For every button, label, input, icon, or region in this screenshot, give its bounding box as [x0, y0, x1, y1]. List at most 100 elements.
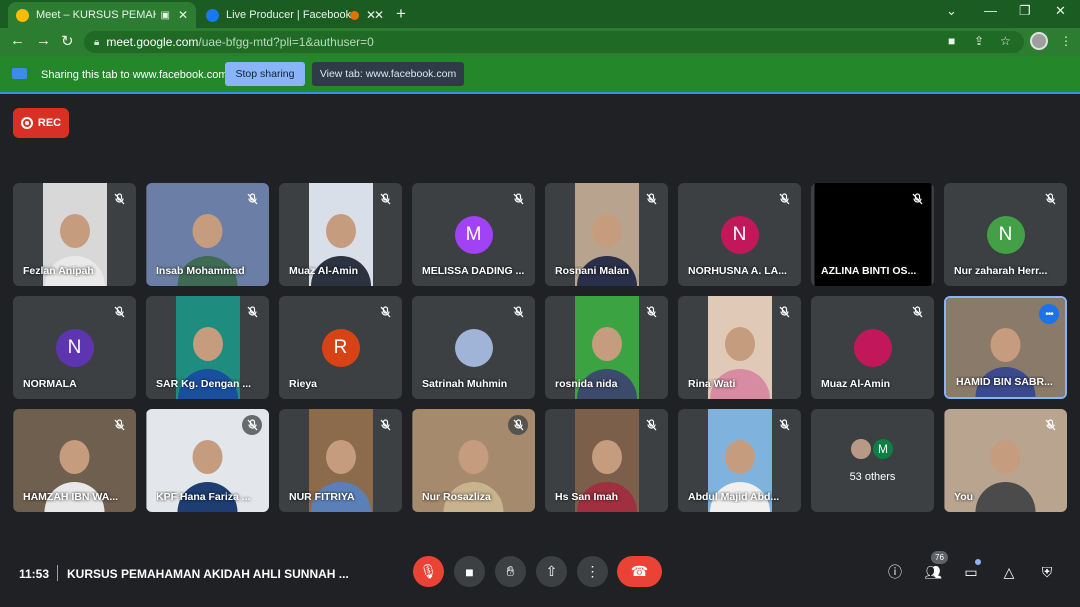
video-person-head	[59, 439, 90, 474]
participant-name: AZLINA BINTI OS...	[821, 265, 917, 277]
back-icon[interactable]: ←	[10, 32, 25, 49]
video-person-head	[724, 439, 755, 474]
more-options-button[interactable]: ⋮	[577, 556, 608, 587]
bookmark-star-icon[interactable]: ☆	[1000, 34, 1011, 48]
muted-mic-icon	[111, 191, 127, 207]
participant-tile[interactable]: R Rieya	[279, 296, 402, 399]
activities-button[interactable]: △	[999, 562, 1019, 582]
meeting-controls-bar: 11:53 KURSUS PEMAHAMAN AKIDAH AHLI SUNNA…	[3, 551, 1077, 607]
muted-mic-icon	[643, 191, 659, 207]
toggle-microphone-button[interactable]: 🎙︎	[413, 556, 444, 587]
tab-search-icon[interactable]: ⌄	[946, 3, 957, 19]
close-window-icon[interactable]: ✕	[1055, 3, 1066, 19]
participant-tile[interactable]: Fezlan Anipah	[13, 183, 136, 286]
participant-avatar: N	[55, 329, 94, 367]
close-tab-icon[interactable]: ✕	[374, 8, 384, 22]
record-icon	[20, 117, 33, 129]
others-avatar: M	[871, 437, 895, 461]
participant-tile[interactable]: rosnida nida	[545, 296, 668, 399]
participant-name: You	[954, 491, 974, 503]
participant-tile[interactable]: Hs San Imah	[545, 409, 668, 512]
participant-name: rosnida nida	[555, 378, 618, 390]
share-icon[interactable]: ⇪	[974, 34, 984, 48]
host-controls-button[interactable]: ⛨	[1037, 562, 1057, 582]
camera-icon: ■	[465, 563, 474, 580]
reload-icon[interactable]: ↻	[61, 32, 74, 50]
muted-mic-icon	[377, 304, 393, 320]
video-person-head	[458, 439, 489, 474]
tile-more-options-icon[interactable]: •••	[1039, 304, 1059, 324]
others-avatar	[849, 437, 873, 461]
recording-indicator[interactable]: REC	[13, 108, 69, 138]
participant-tile[interactable]: ••• HAMID BIN SABR...	[944, 296, 1067, 399]
participant-name: Rieya	[289, 378, 318, 390]
show-everyone-button[interactable]: 👥︎	[923, 562, 943, 582]
participant-name: Hs San Imah	[555, 491, 619, 503]
participant-tile[interactable]: Muaz Al-Amin	[811, 296, 934, 399]
participant-tile[interactable]: AZLINA BINTI OS...	[811, 183, 934, 286]
muted-mic-icon	[377, 417, 393, 433]
participant-tile[interactable]: Rosnani Malan	[545, 183, 668, 286]
raise-hand-button[interactable]: ✋︎	[495, 556, 526, 587]
participant-name: Muaz Al-Amin	[821, 378, 891, 390]
activities-icon: △	[1003, 563, 1015, 580]
browser-tab-recording[interactable]: ✕	[342, 2, 388, 28]
participant-tile[interactable]: Nur Rosazliza	[412, 409, 535, 512]
participant-tile[interactable]: HAMZAH IBN WA...	[13, 409, 136, 512]
recording-favicon-icon	[350, 10, 359, 20]
view-tab-button[interactable]: View tab: www.facebook.com	[312, 62, 464, 86]
participant-tile[interactable]: Rina Wati	[678, 296, 801, 399]
participant-name: Fezlan Anipah	[23, 265, 94, 277]
close-tab-icon[interactable]: ✕	[178, 8, 188, 22]
participant-count-badge: 76	[931, 551, 948, 564]
chat-button[interactable]: ▭	[961, 562, 981, 582]
maximize-icon[interactable]: ❐	[1019, 3, 1031, 19]
participant-tile[interactable]: N NORMALA	[13, 296, 136, 399]
meeting-details-button[interactable]: ⓘ	[885, 562, 905, 582]
participant-tile[interactable]: SAR Kg. Dengan ...	[146, 296, 269, 399]
participant-name: MELISSA DADING ...	[422, 265, 525, 277]
participant-tile[interactable]: M MELISSA DADING ...	[412, 183, 535, 286]
chat-notification-dot	[975, 559, 981, 565]
forward-icon[interactable]: →	[36, 32, 51, 49]
profile-avatar[interactable]	[1030, 32, 1048, 50]
url-host: meet.google.com	[106, 35, 199, 49]
new-tab-icon[interactable]: +	[396, 4, 406, 24]
participant-tile[interactable]: You	[944, 409, 1067, 512]
meet-favicon-icon	[16, 8, 29, 22]
participant-name: SAR Kg. Dengan ...	[156, 378, 252, 390]
participant-tile[interactable]: Abdul Majid Abd...	[678, 409, 801, 512]
meeting-title: KURSUS PEMAHAMAN AKIDAH AHLI SUNNAH ...	[67, 567, 349, 581]
muted-mic-icon	[776, 304, 792, 320]
video-person-head	[591, 213, 622, 248]
muted-mic-icon	[643, 304, 659, 320]
browser-menu-icon[interactable]: ⋮	[1060, 34, 1072, 48]
participant-tile[interactable]: Satrinah Muhmin	[412, 296, 535, 399]
leave-call-button[interactable]: ☎︎	[617, 556, 662, 587]
muted-mic-icon	[244, 191, 260, 207]
browser-tab-meet[interactable]: Meet – KURSUS PEMAHAMAN ▣ ✕	[8, 2, 196, 28]
camera-permission-icon[interactable]: ■	[948, 34, 955, 48]
participant-tile[interactable]: N NORHUSNA A. LA...	[678, 183, 801, 286]
tab-sharing-infobar: Sharing this tab to www.facebook.com Sto…	[0, 56, 1080, 94]
participant-name: Nur zaharah Herr...	[954, 265, 1048, 277]
lock-icon[interactable]: 🔒︎	[94, 37, 99, 48]
present-now-button[interactable]: ⇧	[536, 556, 567, 587]
participant-tile[interactable]: KPF Hana Fariza ...	[146, 409, 269, 512]
participant-tile[interactable]: Muaz Al-Amin	[279, 183, 402, 286]
participant-name: Rosnani Malan	[555, 265, 630, 277]
present-icon: ⇧	[545, 563, 558, 579]
participant-tile[interactable]: N Nur zaharah Herr...	[944, 183, 1067, 286]
toggle-camera-button[interactable]: ■	[454, 556, 485, 587]
participant-avatar	[454, 329, 493, 367]
participant-tile[interactable]: NUR FITRIYA	[279, 409, 402, 512]
participant-avatar: N	[720, 216, 759, 254]
others-count: 53 others	[849, 471, 896, 483]
minimize-icon[interactable]: —	[984, 3, 997, 18]
address-bar[interactable]: 🔒︎ meet.google.com /uae-bfgg-mtd?pli=1&a…	[84, 31, 1024, 53]
participant-avatar: N	[986, 216, 1025, 254]
participant-tile[interactable]: Insab Mohammad	[146, 183, 269, 286]
stop-sharing-button[interactable]: Stop sharing	[225, 62, 305, 86]
screen-share-icon	[12, 68, 27, 79]
others-tile[interactable]: M 53 others	[811, 409, 934, 512]
